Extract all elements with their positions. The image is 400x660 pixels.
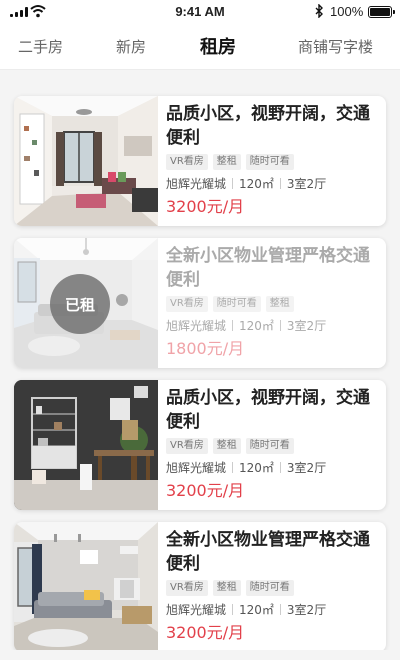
battery-icon [368, 6, 395, 18]
listing-card[interactable]: 品质小区，视野开阔，交通便利 VR看房 整租 随时可看 旭辉光耀城 120㎡ 3室2… [14, 96, 386, 226]
listing-card[interactable]: 已租 全新小区物业管理严格交通便利 VR看房 随时可看 整租 旭辉光耀城 120㎡… [14, 238, 386, 368]
listing-tags: VR看房 随时可看 整租 [166, 296, 380, 312]
listing-area: 120㎡ [239, 177, 274, 191]
listing-area: 120㎡ [239, 461, 274, 475]
listing-tags: VR看房 整租 随时可看 [166, 438, 380, 454]
listing-meta: 旭辉光耀城 120㎡ 3室2厅 [166, 601, 380, 619]
listing-photo [14, 96, 158, 226]
listing-tag: 整租 [212, 580, 241, 596]
listing-tags: VR看房 整租 随时可看 [166, 154, 380, 170]
tab-commercial[interactable]: 商铺写字楼 [298, 36, 373, 57]
listing-tag: 随时可看 [212, 296, 261, 312]
listing-layout: 3室2厅 [286, 319, 327, 333]
community-name: 旭辉光耀城 [166, 319, 227, 333]
listing-layout: 3室2厅 [286, 461, 327, 475]
listing-photo [14, 522, 158, 652]
category-tabs: 二手房 新房 租房 商铺写字楼 [0, 24, 400, 70]
battery-percent: 100% [330, 4, 364, 19]
community-name: 旭辉光耀城 [166, 603, 227, 617]
listing-area: 120㎡ [239, 603, 274, 617]
listing-area: 120㎡ [239, 319, 274, 333]
listing-tag: VR看房 [166, 296, 208, 312]
listing-tag: 随时可看 [245, 580, 294, 596]
listing-tag: 整租 [212, 438, 241, 454]
listing-photo: 已租 [14, 238, 158, 368]
listing-tag: 整租 [212, 154, 241, 170]
listing-price: 3200元/月 [166, 197, 245, 216]
listing-tag: VR看房 [166, 438, 208, 454]
listing-title: 品质小区，视野开阔，交通便利 [166, 104, 370, 148]
tab-new-house[interactable]: 新房 [116, 36, 146, 57]
community-name: 旭辉光耀城 [166, 177, 227, 191]
community-name: 旭辉光耀城 [166, 461, 227, 475]
listing-tag: VR看房 [166, 154, 208, 170]
listing-title: 品质小区，视野开阔，交通便利 [166, 388, 370, 432]
listing-meta: 旭辉光耀城 120㎡ 3室2厅 [166, 175, 380, 193]
listing-layout: 3室2厅 [286, 177, 327, 191]
tab-second-hand[interactable]: 二手房 [18, 36, 63, 57]
listing-card[interactable]: 全新小区物业管理严格交通便利 VR看房 整租 随时可看 旭辉光耀城 120㎡ 3室2… [14, 522, 386, 652]
status-bar: 9:41 AM 100% [0, 0, 400, 24]
listing-meta: 旭辉光耀城 120㎡ 3室2厅 [166, 317, 380, 335]
bluetooth-icon [315, 4, 323, 18]
tab-rent[interactable]: 租房 [200, 33, 236, 59]
listing-title: 全新小区物业管理严格交通便利 [166, 530, 370, 574]
bottom-edge [0, 650, 400, 660]
listing-card[interactable]: 品质小区，视野开阔，交通便利 VR看房 整租 随时可看 旭辉光耀城 120㎡ 3室2… [14, 380, 386, 510]
listing-photo [14, 380, 158, 510]
listing-layout: 3室2厅 [286, 603, 327, 617]
listing-tag: VR看房 [166, 580, 208, 596]
listing-tags: VR看房 整租 随时可看 [166, 580, 380, 596]
listing-price: 1800元/月 [166, 339, 245, 358]
listing-tag: 整租 [265, 296, 294, 312]
listing-tag: 随时可看 [245, 438, 294, 454]
listing-title: 全新小区物业管理严格交通便利 [166, 246, 370, 290]
listing-price: 3200元/月 [166, 623, 245, 642]
listing-price: 3200元/月 [166, 481, 245, 500]
listing-meta: 旭辉光耀城 120㎡ 3室2厅 [166, 459, 380, 477]
rented-badge: 已租 [50, 274, 110, 334]
listing-tag: 随时可看 [245, 154, 294, 170]
